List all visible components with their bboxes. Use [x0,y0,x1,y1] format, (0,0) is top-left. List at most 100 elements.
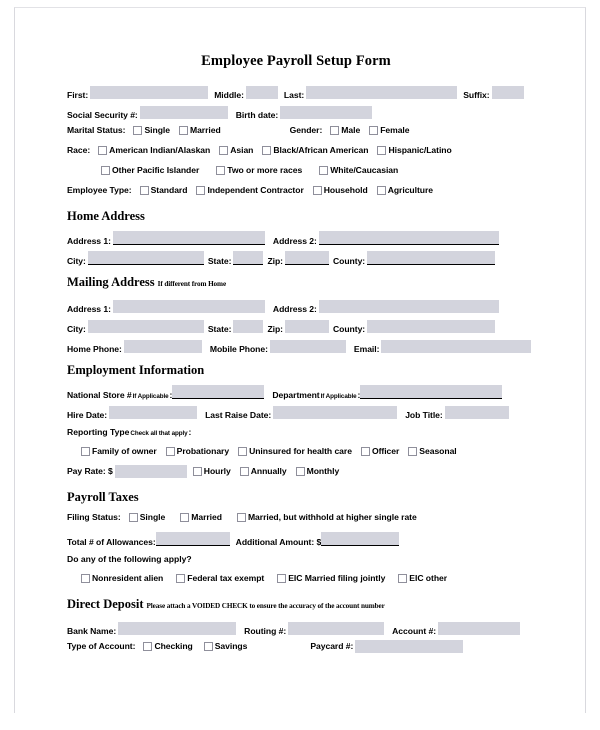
gender-option-male[interactable]: Male [330,125,369,135]
checkbox-icon[interactable] [330,125,340,135]
checkbox-icon[interactable] [238,446,248,456]
checkbox-icon[interactable] [376,185,386,195]
job-title-field[interactable] [444,406,509,419]
pay-rate-option-hourly[interactable]: Hourly [192,466,240,476]
pay-rate-option-annually[interactable]: Annually [239,466,296,476]
race-option-pacific-islander[interactable]: Other Pacific Islander [101,165,208,175]
checkbox-icon[interactable] [295,466,305,476]
filing-option-single[interactable]: Single [128,512,175,522]
apply-option-eic-married-filing-jointly[interactable]: EIC Married filing jointly [277,573,394,583]
home-zip-field[interactable] [285,251,329,265]
mobile-phone-field[interactable] [269,340,346,353]
marital-option-married[interactable]: Married [178,125,230,135]
last-name-label: Last: [283,90,305,100]
account-type-savings[interactable]: Savings [203,641,257,651]
first-name-field[interactable] [90,86,209,99]
race-option-asian[interactable]: Asian [219,145,262,155]
race-option-hispanic-latino[interactable]: Hispanic/Latino [377,145,460,155]
race-option-two-or-more[interactable]: Two or more races [216,165,311,175]
reporting-option-family-of-owner[interactable]: Family of owner [81,446,166,456]
reporting-option-uninsured[interactable]: Uninsured for health care [238,446,361,456]
ssn-label: Social Security #: [67,110,138,120]
email-field[interactable] [381,340,532,353]
mailing-zip-field[interactable] [285,320,329,333]
checkbox-icon[interactable] [277,573,287,583]
home-city-field[interactable] [87,251,204,265]
checkbox-icon[interactable] [98,145,108,155]
pay-rate-field[interactable] [114,464,187,478]
checkbox-icon[interactable] [165,446,175,456]
home-address1-field[interactable] [112,231,265,245]
home-state-field[interactable] [233,251,264,265]
last-raise-date-field[interactable] [273,406,398,419]
last-name-field[interactable] [306,86,458,99]
checkbox-icon[interactable] [312,185,322,195]
account-type-checking[interactable]: Checking [143,641,201,651]
checkbox-icon[interactable] [101,165,110,175]
checkbox-icon[interactable] [219,145,229,155]
suffix-field[interactable] [491,86,524,99]
checkbox-icon[interactable] [133,125,143,135]
checkbox-icon[interactable] [360,446,370,456]
checkbox-icon[interactable] [81,446,90,456]
reporting-option-officer[interactable]: Officer [360,446,408,456]
filing-option-married-higher-single-rate-label: Married, but withhold at higher single r… [247,512,417,522]
checkbox-icon[interactable] [196,185,206,195]
account-number-field[interactable] [438,622,521,635]
birth-date-field[interactable] [280,106,373,119]
hire-date-field[interactable] [109,406,198,419]
checkbox-icon[interactable] [239,466,249,476]
checkbox-icon[interactable] [262,145,272,155]
checkbox-icon[interactable] [178,125,188,135]
checkbox-icon[interactable] [180,512,190,522]
national-store-field[interactable] [172,385,265,399]
ssn-field[interactable] [139,106,228,119]
checkbox-icon[interactable] [408,446,418,456]
reporting-option-probationary[interactable]: Probationary [165,446,238,456]
marital-option-single[interactable]: Single [133,125,179,135]
department-field[interactable] [360,385,503,399]
checkbox-icon[interactable] [216,165,226,175]
race-option-black-african-american[interactable]: Black/African American [262,145,377,155]
mailing-state-field[interactable] [233,320,264,333]
checkbox-icon[interactable] [319,165,329,175]
pay-rate-option-monthly[interactable]: Monthly [295,466,349,476]
employee-type-household[interactable]: Household [312,185,377,195]
mailing-city-field[interactable] [87,320,204,333]
race-option-white-caucasian[interactable]: White/Caucasian [319,165,407,175]
checkbox-icon[interactable] [139,185,149,195]
checkbox-icon[interactable] [398,573,408,583]
bank-name-field[interactable] [118,622,237,635]
filing-option-married-higher-single-rate[interactable]: Married, but withhold at higher single r… [236,512,426,522]
apply-option-eic-other[interactable]: EIC other [398,573,456,583]
mailing-address1-field[interactable] [112,300,265,313]
employee-type-independent-contractor[interactable]: Independent Contractor [196,185,312,195]
allowances-field[interactable] [155,532,230,546]
checkbox-icon[interactable] [377,145,387,155]
checkbox-icon[interactable] [369,125,379,135]
race-option-american-indian[interactable]: American Indian/Alaskan [98,145,219,155]
checkbox-icon[interactable] [143,641,153,651]
additional-amount-field[interactable] [321,532,400,546]
mailing-county-field[interactable] [367,320,496,333]
home-phone-field[interactable] [123,340,202,353]
filing-option-married[interactable]: Married [180,512,231,522]
mailing-address2-field[interactable] [318,300,499,313]
routing-number-field[interactable] [288,622,385,635]
middle-name-field[interactable] [245,86,278,99]
reporting-option-seasonal[interactable]: Seasonal [408,446,465,456]
checkbox-icon[interactable] [203,641,213,651]
checkbox-icon[interactable] [176,573,186,583]
checkbox-icon[interactable] [81,573,90,583]
checkbox-icon[interactable] [192,466,202,476]
home-address2-field[interactable] [318,231,499,245]
checkbox-icon[interactable] [128,512,138,522]
employee-type-standard[interactable]: Standard [139,185,197,195]
paycard-field[interactable] [355,639,464,653]
gender-option-female[interactable]: Female [369,125,418,135]
apply-option-nonresident-alien[interactable]: Nonresident alien [81,573,172,583]
employee-type-agriculture[interactable]: Agriculture [376,185,442,195]
checkbox-icon[interactable] [236,512,246,522]
apply-option-federal-tax-exempt[interactable]: Federal tax exempt [176,573,273,583]
home-county-field[interactable] [367,251,496,265]
